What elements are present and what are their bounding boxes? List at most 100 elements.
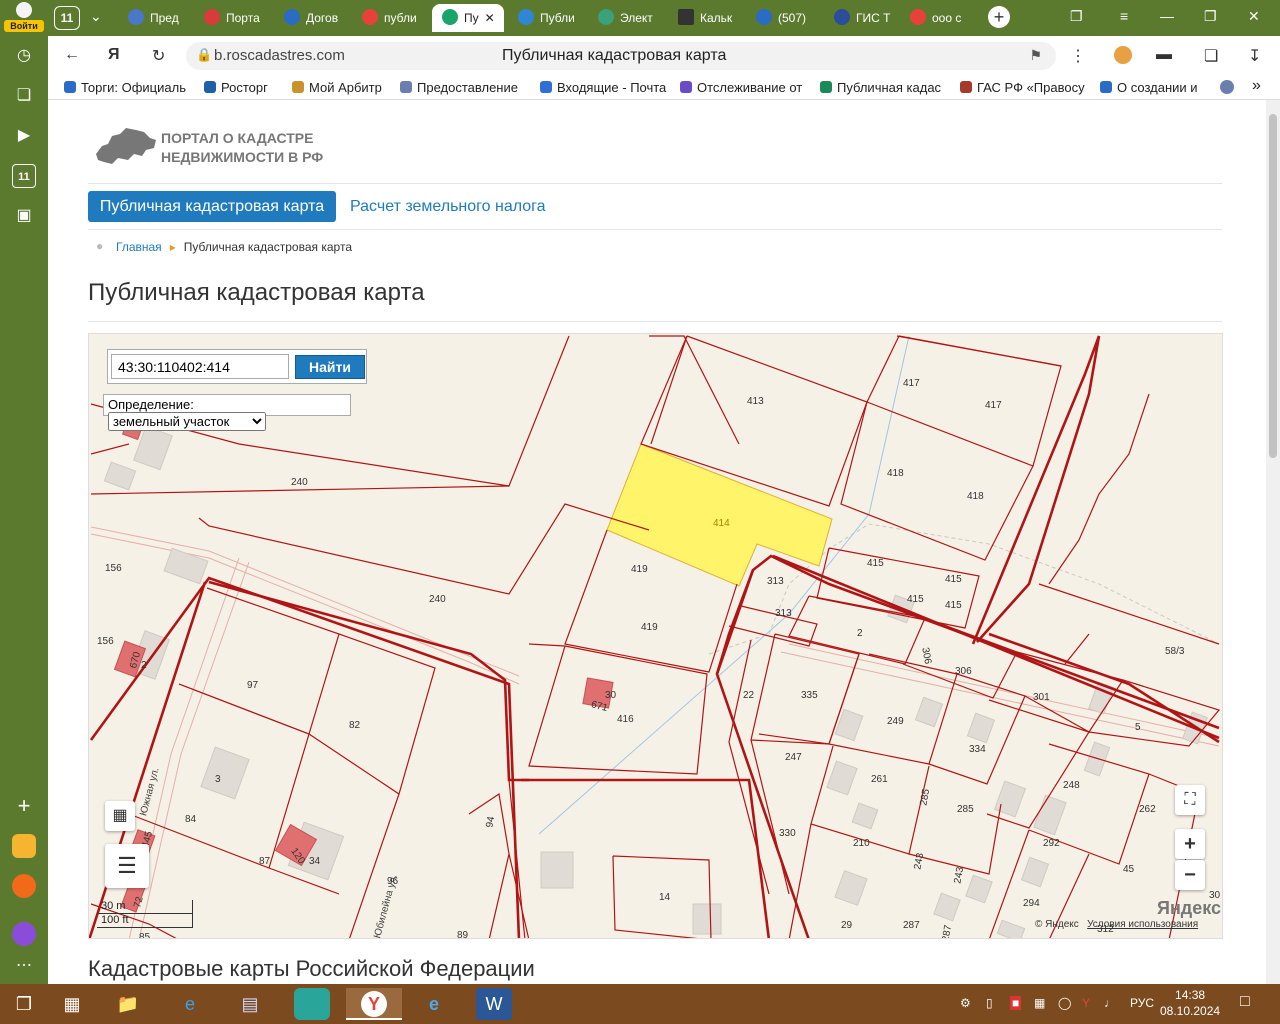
bookmarks-more-icon[interactable]: » [1252, 77, 1261, 95]
bookmark-item[interactable]: Торги: Официаль [64, 80, 186, 95]
reload-icon[interactable]: ↻ [152, 46, 165, 66]
bookmark-extra-icon[interactable] [1220, 80, 1234, 94]
tray-icon-2[interactable]: ■ [1010, 996, 1022, 1010]
tab-9[interactable]: ГИС Т [834, 4, 902, 32]
menu-icon[interactable]: ≡ [1120, 8, 1128, 24]
terms-link[interactable]: Условия использования [1087, 919, 1198, 930]
volume-icon[interactable]: ♩ [1104, 996, 1116, 1010]
zoom-in-button[interactable]: + [1175, 829, 1205, 859]
collections-icon[interactable]: ❏ [12, 84, 36, 108]
bookmark-favicon [540, 81, 552, 93]
history-icon[interactable]: ◷ [12, 44, 36, 68]
back-icon[interactable]: ← [64, 46, 80, 64]
tab-counter[interactable]: 11 [54, 6, 80, 30]
cadastral-number-input[interactable] [111, 354, 289, 379]
tabs-dropdown-icon[interactable]: ⌄ [90, 8, 102, 25]
minimize-icon[interactable]: — [1160, 8, 1174, 24]
download-icon[interactable]: ↧ [1248, 46, 1261, 66]
bookmark-item[interactable]: Публичная кадас [820, 80, 946, 95]
restore-icon[interactable]: ❐ [1204, 8, 1217, 25]
word-icon[interactable]: W [476, 988, 512, 1020]
nav-land-tax[interactable]: Расчет земельного налога [350, 191, 546, 222]
nav-cadastral-map[interactable]: Публичная кадастровая карта [88, 191, 336, 222]
extension-icon-1[interactable] [1114, 46, 1132, 64]
find-button[interactable]: Найти [295, 355, 365, 379]
url-bar[interactable]: 🔒 b.roscadastres.com Публичная кадастров… [186, 42, 1056, 70]
parcel-label: 418 [887, 468, 904, 479]
bookmark-item[interactable]: Росторг [204, 80, 268, 95]
add-panel-icon[interactable]: + [12, 794, 36, 818]
ruler-icon[interactable]: ▦ [105, 801, 135, 831]
bookmark-label: Публичная кадас [837, 80, 942, 95]
tab-5[interactable]: Публи [518, 4, 586, 32]
layers-icon[interactable]: ☰ [105, 844, 149, 888]
screenshot-icon[interactable]: ▣ [12, 204, 36, 228]
extension-icon-3[interactable]: ❏ [1204, 46, 1218, 66]
tab-2[interactable]: Догов [284, 4, 354, 32]
more-icon[interactable]: ⋯ [12, 954, 36, 978]
scrollbar-thumb[interactable] [1269, 114, 1277, 458]
internet-explorer-icon[interactable]: e [416, 988, 452, 1020]
parcel-label: 97 [247, 680, 259, 691]
bookmark-item[interactable]: ГАС РФ «Правосу [960, 80, 1086, 95]
globe-icon[interactable]: ◯ [1058, 996, 1071, 1010]
tray-icon-1[interactable]: ⚙ [960, 996, 971, 1010]
russia-map-icon [96, 128, 156, 164]
bookmark-item[interactable]: Мой Арбитр [292, 80, 382, 95]
network-icon[interactable]: ▦ [1034, 996, 1045, 1010]
new-tab-button[interactable]: + [988, 6, 1010, 28]
parcel-label: 2 [141, 660, 147, 671]
app-icon-2[interactable] [294, 988, 330, 1020]
close-tab-icon[interactable]: ✕ [485, 11, 495, 25]
parcel-label: 415 [867, 558, 884, 569]
task-view-icon[interactable]: ▦ [54, 988, 90, 1020]
tab-favicon [284, 9, 300, 25]
extension-icon-2[interactable]: ▬ [1156, 46, 1172, 64]
yandex-browser-taskbar-icon[interactable]: Y [346, 988, 402, 1020]
app-icon-1[interactable] [12, 834, 36, 858]
page-scrollbar[interactable] [1266, 100, 1280, 984]
close-window-icon[interactable]: ✕ [1248, 8, 1260, 25]
yandex-tray-icon[interactable]: Y [1082, 996, 1090, 1010]
tab-3[interactable]: публи [362, 4, 430, 32]
alice-icon[interactable] [12, 922, 36, 946]
windows-start-icon[interactable]: ❐ [6, 988, 42, 1020]
bookmarks-bar: Торги: Официаль Росторг Мой Арбитр Предо… [48, 76, 1280, 100]
more-options-icon[interactable]: ⋮ [1070, 46, 1086, 66]
video-icon[interactable]: ▶ [12, 124, 36, 148]
notifications-icon[interactable]: □ [1240, 993, 1250, 1011]
tab-4-active[interactable]: Пу ✕ [432, 4, 504, 32]
bookmark-item[interactable]: Предоставление [400, 80, 524, 95]
bookmark-item[interactable]: Отслеживание от [680, 80, 806, 95]
bookmark-label: Отслеживание от [697, 80, 803, 95]
tab-10[interactable]: ооо с [910, 4, 978, 32]
language-indicator[interactable]: РУС [1130, 996, 1154, 1010]
bookmark-item[interactable]: О создании и [1100, 80, 1210, 95]
parcel-label: 313 [775, 608, 792, 619]
cadastral-map[interactable]: 413 417 417 418 418 414 240 240 156 156 … [88, 333, 1223, 939]
zoom-out-button[interactable]: − [1175, 860, 1205, 890]
tab-counter-icon[interactable]: 11 [12, 164, 36, 188]
yandex-icon[interactable]: Я [108, 46, 120, 64]
tab-1[interactable]: Порта [204, 4, 274, 32]
notepad-icon[interactable]: ▤ [232, 988, 268, 1020]
site-logo[interactable]: ПОРТАЛ О КАДАСТРЕ НЕДВИЖИМОСТИ В РФ [92, 124, 352, 174]
parcel-label: 14 [659, 892, 671, 903]
fullscreen-icon[interactable]: ⛶ [1175, 785, 1205, 815]
tab-7[interactable]: Кальк [678, 4, 746, 32]
tab-6[interactable]: Элект [598, 4, 668, 32]
usb-icon[interactable]: ▯ [986, 996, 993, 1010]
breadcrumb-home[interactable]: Главная [116, 240, 162, 254]
login-button[interactable]: Войти [4, 2, 44, 34]
definition-select[interactable]: земельный участок [108, 412, 266, 431]
mail-app-icon[interactable] [12, 874, 36, 898]
file-explorer-icon[interactable]: 📁 [110, 988, 146, 1020]
tab-8[interactable]: (507) [756, 4, 824, 32]
edge-icon[interactable]: e [172, 988, 208, 1020]
tab-manager-icon[interactable]: ❐ [1070, 8, 1083, 25]
clock[interactable]: 14:38 08.10.2024 [1160, 987, 1220, 1019]
bookmark-icon[interactable]: ⚑ [1029, 47, 1042, 64]
tab-0[interactable]: Пред [128, 4, 194, 32]
clock-time: 14:38 [1175, 988, 1206, 1002]
bookmark-item[interactable]: Входящие - Почта [540, 80, 668, 95]
